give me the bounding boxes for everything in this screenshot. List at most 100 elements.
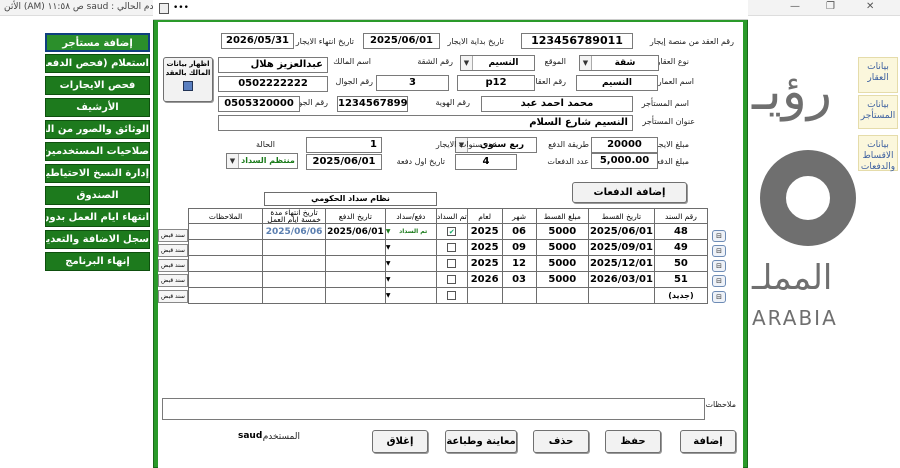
chevron-down-icon[interactable]: ▼: [461, 56, 473, 70]
building-field[interactable]: النسيم: [576, 75, 658, 91]
nav-edit-log[interactable]: سجل الاضافة والتعديل: [45, 230, 150, 249]
table-row[interactable]: ▼ 2026 03 5000 2026/03/01 51: [187, 271, 709, 288]
cell-pay-date[interactable]: [324, 287, 386, 304]
cell-no[interactable]: 48: [653, 223, 709, 240]
start-date-field[interactable]: 2025/06/01: [363, 33, 440, 49]
cell-notes[interactable]: [187, 239, 264, 256]
chevron-down-icon[interactable]: ▼: [386, 260, 390, 267]
rent-amount-field[interactable]: 20000: [591, 137, 658, 153]
platform-no-field[interactable]: 123456789011: [521, 33, 633, 49]
delete-button[interactable]: حذف: [533, 430, 589, 453]
cell-no[interactable]: 49: [653, 239, 709, 256]
chevron-down-icon[interactable]: ▼: [386, 292, 390, 299]
close-icon[interactable]: ✕: [866, 1, 874, 12]
location-combo[interactable]: ▼ النسيم: [460, 55, 535, 71]
owner-phone-field[interactable]: 0502222222: [218, 76, 328, 92]
cell-method[interactable]: ▼: [384, 271, 437, 288]
owner-field[interactable]: عبدالعزيز هلال: [218, 57, 328, 73]
checkbox-icon[interactable]: [447, 242, 457, 252]
cell-date[interactable]: 2025/12/01: [587, 255, 655, 272]
apartment-no-field[interactable]: 3: [376, 75, 449, 91]
cell-pay-date[interactable]: [324, 255, 386, 272]
tenant-phone-field[interactable]: 0505320000: [218, 96, 300, 112]
cell-notes[interactable]: [187, 287, 264, 304]
cell-paid[interactable]: [435, 255, 468, 272]
cell-pay-date[interactable]: 2025/06/01: [324, 223, 386, 240]
chevron-down-icon[interactable]: ▼: [227, 154, 239, 168]
cell-paid[interactable]: [435, 287, 468, 304]
cell-date[interactable]: [587, 287, 655, 304]
cell-notes[interactable]: [187, 255, 264, 272]
cell-month[interactable]: 06: [501, 223, 537, 240]
minimize-icon[interactable]: —: [790, 1, 800, 12]
table-row-new[interactable]: ▼ (جديد): [187, 287, 709, 304]
row-select-icon[interactable]: ⊟: [712, 291, 726, 303]
cell-amount[interactable]: 5000: [535, 223, 589, 240]
cell-amount[interactable]: 5000: [535, 255, 589, 272]
receipt-button[interactable]: سند قبض: [158, 244, 188, 257]
table-row[interactable]: ▼ 2025 09 5000 2025/09/01 49: [187, 239, 709, 256]
add-button[interactable]: إضافة: [680, 430, 736, 453]
cell-month[interactable]: 12: [501, 255, 537, 272]
nav-check-rents[interactable]: فحص الايجارات: [45, 76, 150, 95]
notes-field[interactable]: [162, 398, 705, 420]
chevron-down-icon[interactable]: ▼: [580, 56, 592, 70]
nav-query-payments[interactable]: استعلام (فحص الدفعات ): [45, 54, 150, 73]
end-date-field[interactable]: 2026/05/31: [221, 33, 294, 49]
table-row[interactable]: ▼ 2025 12 5000 2025/12/01 50: [187, 255, 709, 272]
checkbox-icon[interactable]: [447, 258, 457, 268]
cell-paid[interactable]: [435, 239, 468, 256]
chevron-down-icon[interactable]: ▼: [386, 228, 390, 235]
cell-notes[interactable]: [187, 271, 264, 288]
tenant-id-field[interactable]: 1234567899: [337, 96, 408, 112]
cell-paid[interactable]: [435, 271, 468, 288]
cell-month[interactable]: 09: [501, 239, 537, 256]
nav-archive[interactable]: الأرشيف: [45, 98, 150, 117]
save-button[interactable]: حفظ: [605, 430, 661, 453]
row-select-icon[interactable]: ⊟: [712, 245, 726, 257]
nav-exit[interactable]: إنهاء البرنامج: [45, 252, 150, 271]
payment-amount-field[interactable]: 5,000.00: [591, 153, 658, 169]
cell-month[interactable]: 03: [501, 271, 537, 288]
cell-no[interactable]: (جديد): [653, 287, 709, 304]
cell-date[interactable]: 2025/06/01: [587, 223, 655, 240]
checkbox-icon[interactable]: [447, 290, 457, 300]
restore-icon[interactable]: ❐: [826, 1, 835, 12]
dialog-menu-icon[interactable]: •••: [173, 3, 189, 13]
show-owner-button[interactable]: اظهار بيانات المالك بالعقد: [163, 57, 213, 102]
receipt-button[interactable]: سند قبض: [158, 274, 188, 287]
cell-amount[interactable]: 5000: [535, 271, 589, 288]
cell-year[interactable]: 2025: [466, 223, 503, 240]
cell-year[interactable]: 2025: [466, 255, 503, 272]
preview-print-button[interactable]: معاينة وطباعة: [445, 430, 517, 453]
cell-paid[interactable]: ✔: [435, 223, 468, 240]
tenant-name-field[interactable]: محمد احمد عبد: [481, 96, 633, 112]
cell-method[interactable]: ▼: [384, 287, 437, 304]
cell-year[interactable]: 2025: [466, 239, 503, 256]
receipt-button[interactable]: سند قبض: [158, 259, 188, 272]
first-payment-field[interactable]: 2025/06/01: [306, 154, 382, 170]
tenant-address-field[interactable]: النسيم شارع السلام: [218, 115, 633, 131]
checkbox-icon[interactable]: [447, 274, 457, 284]
close-button[interactable]: إغلاق: [372, 430, 428, 453]
cell-no[interactable]: 50: [653, 255, 709, 272]
receipt-button[interactable]: سند قبض: [158, 229, 188, 242]
table-row[interactable]: 2025/06/06 2025/06/01 ▼ تم السداد ✔ 2025 …: [187, 223, 709, 240]
nav-add-tenant[interactable]: إضافة مستأجر: [45, 33, 150, 52]
nav-documents[interactable]: الوثائق والصور من الجهاز: [45, 120, 150, 139]
chevron-down-icon[interactable]: ▼: [386, 244, 390, 251]
row-select-icon[interactable]: ⊟: [712, 275, 726, 287]
property-type-combo[interactable]: ▼ شقة: [579, 55, 659, 71]
row-select-icon[interactable]: ⊟: [712, 230, 726, 242]
status-combo[interactable]: ▼ منتظم السداد: [226, 153, 298, 169]
cell-notes[interactable]: [187, 223, 264, 240]
cell-no[interactable]: 51: [653, 271, 709, 288]
nav-cashbox[interactable]: الصندوق: [45, 186, 150, 205]
cell-amount[interactable]: 5000: [535, 239, 589, 256]
nav-backups[interactable]: إدارة النسخ الاحتياطية: [45, 164, 150, 183]
lease-years-field[interactable]: 1: [306, 137, 382, 153]
cell-method[interactable]: ▼: [384, 255, 437, 272]
cell-method[interactable]: ▼: [384, 239, 437, 256]
nav-permissions[interactable]: صلاحيات المستخدمين: [45, 142, 150, 161]
cell-month[interactable]: [501, 287, 537, 304]
